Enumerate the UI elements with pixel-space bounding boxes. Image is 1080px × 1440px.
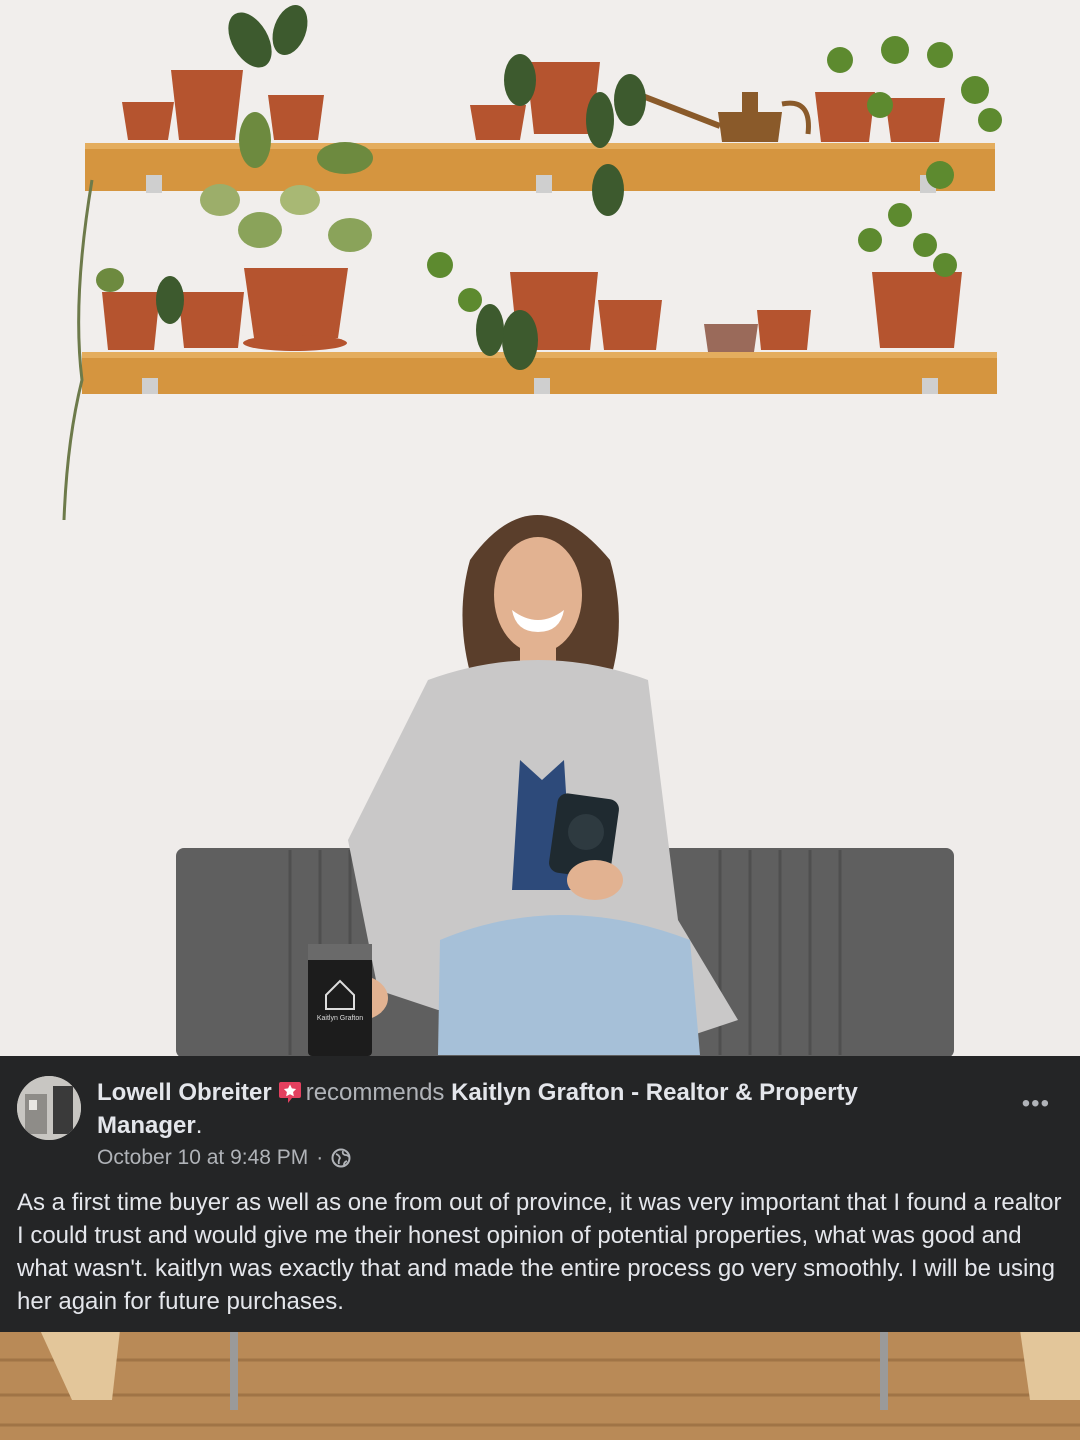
post-meta: October 10 at 9:48 PM ·: [97, 1145, 351, 1171]
lower-shelf: [82, 352, 997, 394]
recommendation-post-card: Lowell Obreiter recommends Kaitlyn Grafto…: [0, 1056, 1080, 1332]
author-name[interactable]: Lowell Obreiter: [97, 1079, 272, 1106]
globe-icon[interactable]: [331, 1148, 351, 1168]
post-body-text: As a first time buyer as well as one fro…: [17, 1189, 1062, 1315]
recommends-text: recommends: [305, 1079, 445, 1106]
header-period: .: [195, 1112, 203, 1139]
post-timestamp[interactable]: October 10 at 9:48 PM: [97, 1145, 308, 1171]
recommend-star-badge-icon: [278, 1080, 302, 1104]
mug-logo-text: Kaitlyn Grafton: [317, 1015, 363, 1022]
mug: [308, 944, 372, 1056]
avatar[interactable]: [17, 1076, 81, 1140]
meta-separator: ·: [316, 1146, 324, 1169]
post-header: Lowell Obreiter recommends Kaitlyn Grafto…: [97, 1076, 957, 1142]
more-options-icon[interactable]: •••: [1022, 1092, 1050, 1116]
